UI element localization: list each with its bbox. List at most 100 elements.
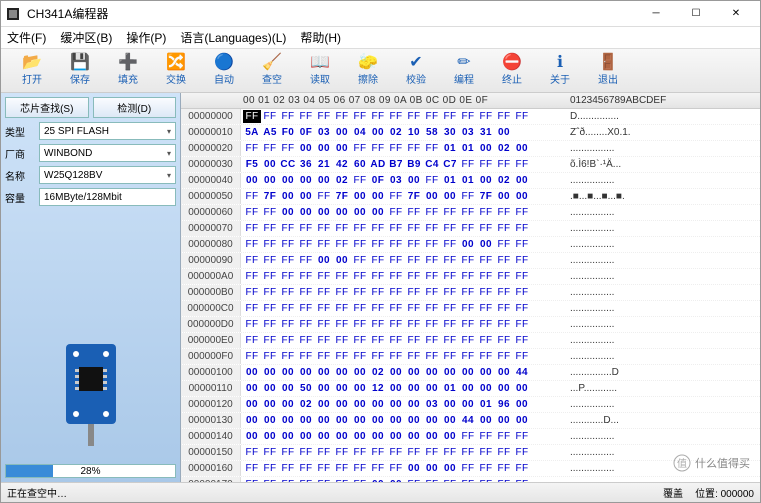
hex-bytes[interactable]: 00000000000000020000000000000044 <box>241 365 566 380</box>
hex-ascii: ................ <box>566 205 760 220</box>
hex-row[interactable]: 00000150FFFFFFFFFFFFFFFFFFFFFFFFFFFFFFFF… <box>181 445 760 461</box>
hex-row[interactable]: 00000060FFFF000000000000FFFFFFFFFFFFFFFF… <box>181 205 760 221</box>
blank-icon: 🧹 <box>262 55 282 71</box>
fill-button[interactable]: ➕填充 <box>105 51 151 91</box>
hex-bytes[interactable]: FFFFFFFFFFFFFFFFFFFFFFFFFFFFFFFF <box>241 445 566 460</box>
menu-help[interactable]: 帮助(H) <box>300 29 341 46</box>
hex-bytes[interactable]: 5AA5F00F0300040002105830033100 <box>241 125 566 140</box>
vendor-select[interactable]: WINBOND▾ <box>39 144 176 162</box>
hex-row[interactable]: 0000013000000000000000000000000044000000… <box>181 413 760 429</box>
verify-icon: ✔ <box>409 55 422 71</box>
name-select[interactable]: W25Q128BV▾ <box>39 166 176 184</box>
blank-button[interactable]: 🧹查空 <box>249 51 295 91</box>
type-select[interactable]: 25 SPI FLASH▾ <box>39 122 176 140</box>
hex-bytes[interactable]: FFFFFFFFFFFFFFFFFFFFFFFFFFFFFFFF <box>241 333 566 348</box>
hex-row[interactable]: 00000160FFFFFFFFFFFFFFFFFF000000FFFFFFFF… <box>181 461 760 477</box>
chevron-down-icon: ▾ <box>167 171 171 180</box>
hex-row[interactable]: 000000A0FFFFFFFFFFFFFFFFFFFFFFFFFFFFFFFF… <box>181 269 760 285</box>
hex-bytes[interactable]: FFFFFFFFFFFFFFFFFFFFFFFFFFFFFFFF <box>241 349 566 364</box>
hex-row[interactable]: 00000020FFFFFF000000FFFFFFFFFF0101000200… <box>181 141 760 157</box>
about-button[interactable]: ℹ关于 <box>537 51 583 91</box>
exit-button[interactable]: 🚪退出 <box>585 51 631 91</box>
hex-bytes[interactable]: FFFFFFFFFFFFFFFFFFFFFFFF0000FFFF <box>241 237 566 252</box>
hex-bytes[interactable]: FFFFFFFFFFFFFFFFFF000000FFFFFFFF <box>241 461 566 476</box>
hex-row[interactable]: 0000012000000002000000000000030000019600… <box>181 397 760 413</box>
hex-bytes[interactable]: FFFFFFFF0000FFFFFFFFFFFFFFFFFFFF <box>241 253 566 268</box>
hex-row[interactable]: 0000010000000000000000020000000000000044… <box>181 365 760 381</box>
size-value: 16MByte/128Mbit <box>39 188 176 206</box>
chevron-down-icon: ▾ <box>167 127 171 136</box>
hex-bytes[interactable]: 00000002000000000000030000019600 <box>241 397 566 412</box>
progress-bar: 28% <box>5 464 176 478</box>
hex-ascii: ................ <box>566 301 760 316</box>
open-button[interactable]: 📂打开 <box>9 51 55 91</box>
hex-bytes[interactable]: 00000000000000000000000044000000 <box>241 413 566 428</box>
chip-detect-button[interactable]: 检测(D) <box>93 97 177 118</box>
hex-bytes[interactable]: FFFFFFFFFFFFFFFFFFFFFFFFFFFFFFFF <box>241 285 566 300</box>
hex-row[interactable]: 00000050FF7F0000FF7F0000FF7F0000FF7F0000… <box>181 189 760 205</box>
hex-bytes[interactable]: FFFFFFFFFFFFFFFFFFFFFFFFFFFFFFFF <box>241 221 566 236</box>
save-button[interactable]: 💾保存 <box>57 51 103 91</box>
hex-bytes[interactable]: F500CC36214260ADB7B9C4C7FFFFFFFF <box>241 157 566 172</box>
hex-bytes[interactable]: FFFFFFFFFFFFFFFFFFFFFFFFFFFFFFFF <box>241 269 566 284</box>
menu-language[interactable]: 语言(Languages)(L) <box>180 29 286 46</box>
hex-bytes[interactable]: FFFFFFFFFFFFFFFFFFFFFFFFFFFFFFFF <box>241 109 566 124</box>
hex-ascii: ................ <box>566 317 760 332</box>
hex-row[interactable]: 000000F0FFFFFFFFFFFFFFFFFFFFFFFFFFFFFFFF… <box>181 349 760 365</box>
hex-bytes[interactable]: FFFFFFFFFFFFFFFFFFFFFFFFFFFFFFFF <box>241 301 566 316</box>
swap-button[interactable]: 🔀交换 <box>153 51 199 91</box>
hex-row[interactable]: 000000C0FFFFFFFFFFFFFFFFFFFFFFFFFFFFFFFF… <box>181 301 760 317</box>
maximize-button[interactable]: ☐ <box>676 1 716 27</box>
hex-bytes[interactable]: FFFFFF000000FFFFFFFFFF0101000200 <box>241 141 566 156</box>
read-button[interactable]: 📖读取 <box>297 51 343 91</box>
erase-button[interactable]: 🧽擦除 <box>345 51 391 91</box>
hex-bytes[interactable]: FFFF000000000000FFFFFFFFFFFFFFFF <box>241 205 566 220</box>
hex-row[interactable]: 000000D0FFFFFFFFFFFFFFFFFFFFFFFFFFFFFFFF… <box>181 317 760 333</box>
hex-bytes[interactable]: FFFFFFFFFFFFFFFFFFFFFFFFFFFFFFFF <box>241 317 566 332</box>
app-icon <box>5 6 21 22</box>
write-button[interactable]: ✏编程 <box>441 51 487 91</box>
auto-button[interactable]: 🔵自动 <box>201 51 247 91</box>
hex-address: 00000000 <box>181 109 241 124</box>
hex-row[interactable]: 000000105AA5F00F0300040002105830033100Zˆ… <box>181 125 760 141</box>
hex-editor[interactable]: 00 01 02 03 04 05 06 07 08 09 0A 0B 0C 0… <box>181 93 760 482</box>
hex-bytes[interactable]: 000000000000000000000000FFFFFFFF <box>241 429 566 444</box>
menu-file[interactable]: 文件(F) <box>7 29 46 46</box>
hex-address: 00000130 <box>181 413 241 428</box>
hex-address: 00000150 <box>181 445 241 460</box>
menu-operate[interactable]: 操作(P) <box>126 29 166 46</box>
read-icon: 📖 <box>310 55 330 71</box>
hex-row[interactable]: 00000040000000000002FF0F0300FF0101000200… <box>181 173 760 189</box>
hex-row[interactable]: 000000B0FFFFFFFFFFFFFFFFFFFFFFFFFFFFFFFF… <box>181 285 760 301</box>
hex-bytes[interactable]: 00000050000000120000000100000000 <box>241 381 566 396</box>
hex-row[interactable]: 00000080FFFFFFFFFFFFFFFFFFFFFFFF0000FFFF… <box>181 237 760 253</box>
status-pos: 位置: 000000 <box>695 485 754 500</box>
stop-button[interactable]: ⛔终止 <box>489 51 535 91</box>
swap-icon: 🔀 <box>166 55 186 71</box>
hex-address: 00000050 <box>181 189 241 204</box>
hex-address: 00000110 <box>181 381 241 396</box>
hex-bytes[interactable]: 000000000002FF0F0300FF0101000200 <box>241 173 566 188</box>
chip-search-button[interactable]: 芯片查找(S) <box>5 97 89 118</box>
hex-row[interactable]: 00000070FFFFFFFFFFFFFFFFFFFFFFFFFFFFFFFF… <box>181 221 760 237</box>
hex-ascii: ................ <box>566 349 760 364</box>
hex-address: 000000D0 <box>181 317 241 332</box>
sidebar: 芯片查找(S) 检测(D) 类型 25 SPI FLASH▾ 厂商 WINBON… <box>1 93 181 482</box>
hex-ascii: ................ <box>566 253 760 268</box>
hex-row[interactable]: 0000011000000050000000120000000100000000… <box>181 381 760 397</box>
menu-buffer[interactable]: 缓冲区(B) <box>60 29 112 46</box>
hex-row[interactable]: 000000E0FFFFFFFFFFFFFFFFFFFFFFFFFFFFFFFF… <box>181 333 760 349</box>
erase-icon: 🧽 <box>358 55 378 71</box>
hex-row[interactable]: 00000000FFFFFFFFFFFFFFFFFFFFFFFFFFFFFFFF… <box>181 109 760 125</box>
toolbar: 📂打开💾保存➕填充🔀交换🔵自动🧹查空📖读取🧽擦除✔校验✏编程⛔终止ℹ关于🚪退出 <box>1 49 760 93</box>
hex-header: 00 01 02 03 04 05 06 07 08 09 0A 0B 0C 0… <box>181 93 760 109</box>
hex-row[interactable]: 00000030F500CC36214260ADB7B9C4C7FFFFFFFF… <box>181 157 760 173</box>
auto-icon: 🔵 <box>214 55 234 71</box>
verify-button[interactable]: ✔校验 <box>393 51 439 91</box>
hex-ascii: ............D... <box>566 413 760 428</box>
minimize-button[interactable]: ─ <box>636 1 676 27</box>
close-button[interactable]: ✕ <box>716 1 756 27</box>
hex-row[interactable]: 00000140000000000000000000000000FFFFFFFF… <box>181 429 760 445</box>
hex-bytes[interactable]: FF7F0000FF7F0000FF7F0000FF7F0000 <box>241 189 566 204</box>
hex-row[interactable]: 00000090FFFFFFFF0000FFFFFFFFFFFFFFFFFFFF… <box>181 253 760 269</box>
